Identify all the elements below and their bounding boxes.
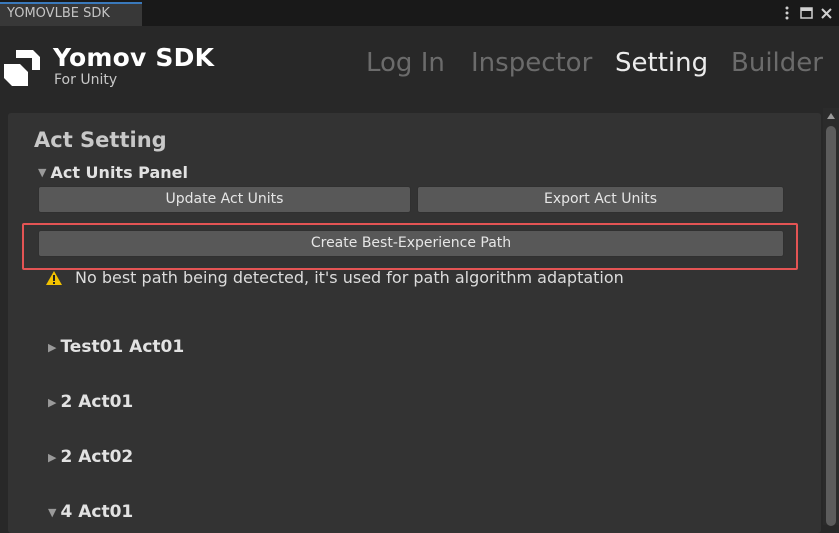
- foldout-expanded-icon: ▼: [48, 505, 57, 519]
- act-item-label: 2 Act02: [60, 447, 134, 467]
- close-icon: [821, 7, 832, 19]
- export-act-units-button[interactable]: Export Act Units: [417, 186, 784, 213]
- foldout-expanded-icon: ▼: [38, 166, 47, 179]
- act-item-foldout[interactable]: ▶ 2 Act02: [48, 447, 133, 467]
- window-tab-title: YOMOVLBE SDK: [7, 6, 110, 21]
- scrollbar-thumb[interactable]: [826, 126, 836, 526]
- act-item-label: 4 Act01: [60, 502, 134, 522]
- logo-icon: [4, 50, 40, 86]
- nav-builder-tab[interactable]: Builder: [731, 48, 823, 78]
- act-item-label: Test01 Act01: [60, 337, 185, 357]
- act-units-panel-foldout[interactable]: ▼ Act Units Panel: [38, 163, 188, 182]
- nav-setting-tab[interactable]: Setting: [615, 48, 708, 78]
- maximize-button[interactable]: [798, 3, 815, 23]
- update-act-units-button[interactable]: Update Act Units: [38, 186, 411, 213]
- window-title-bar: YOMOVLBE SDK: [0, 0, 839, 26]
- nav-inspector-tab[interactable]: Inspector: [471, 48, 592, 78]
- create-best-path-button[interactable]: Create Best-Experience Path: [38, 230, 784, 257]
- act-item-label: 2 Act01: [60, 392, 134, 412]
- kebab-icon: [785, 6, 788, 20]
- kebab-menu-button[interactable]: [778, 3, 795, 23]
- close-button[interactable]: [818, 3, 835, 23]
- header: Yomov SDK For Unity Log In Inspector Set…: [0, 26, 839, 108]
- foldout-collapsed-icon: ▶: [48, 395, 57, 409]
- scroll-up-arrow-icon[interactable]: [827, 113, 835, 119]
- warning-message: No best path being detected, it's used f…: [45, 268, 624, 287]
- vertical-scrollbar[interactable]: [823, 108, 839, 526]
- window-controls: [778, 3, 835, 23]
- foldout-collapsed-icon: ▶: [48, 340, 57, 354]
- warning-text: No best path being detected, it's used f…: [75, 268, 624, 287]
- nav-login-tab[interactable]: Log In: [366, 48, 445, 78]
- act-item-foldout[interactable]: ▼ 4 Act01: [48, 502, 133, 522]
- window-tab[interactable]: YOMOVLBE SDK: [0, 2, 142, 26]
- brand-title: Yomov SDK: [53, 43, 215, 72]
- act-item-foldout[interactable]: ▶ Test01 Act01: [48, 337, 184, 357]
- act-units-panel-label: Act Units Panel: [50, 163, 188, 182]
- foldout-collapsed-icon: ▶: [48, 450, 57, 464]
- act-item-foldout[interactable]: ▶ 2 Act01: [48, 392, 133, 412]
- maximize-icon: [800, 7, 813, 19]
- section-title: Act Setting: [34, 128, 167, 152]
- warning-icon: [46, 270, 62, 285]
- brand-subtitle: For Unity: [54, 72, 118, 88]
